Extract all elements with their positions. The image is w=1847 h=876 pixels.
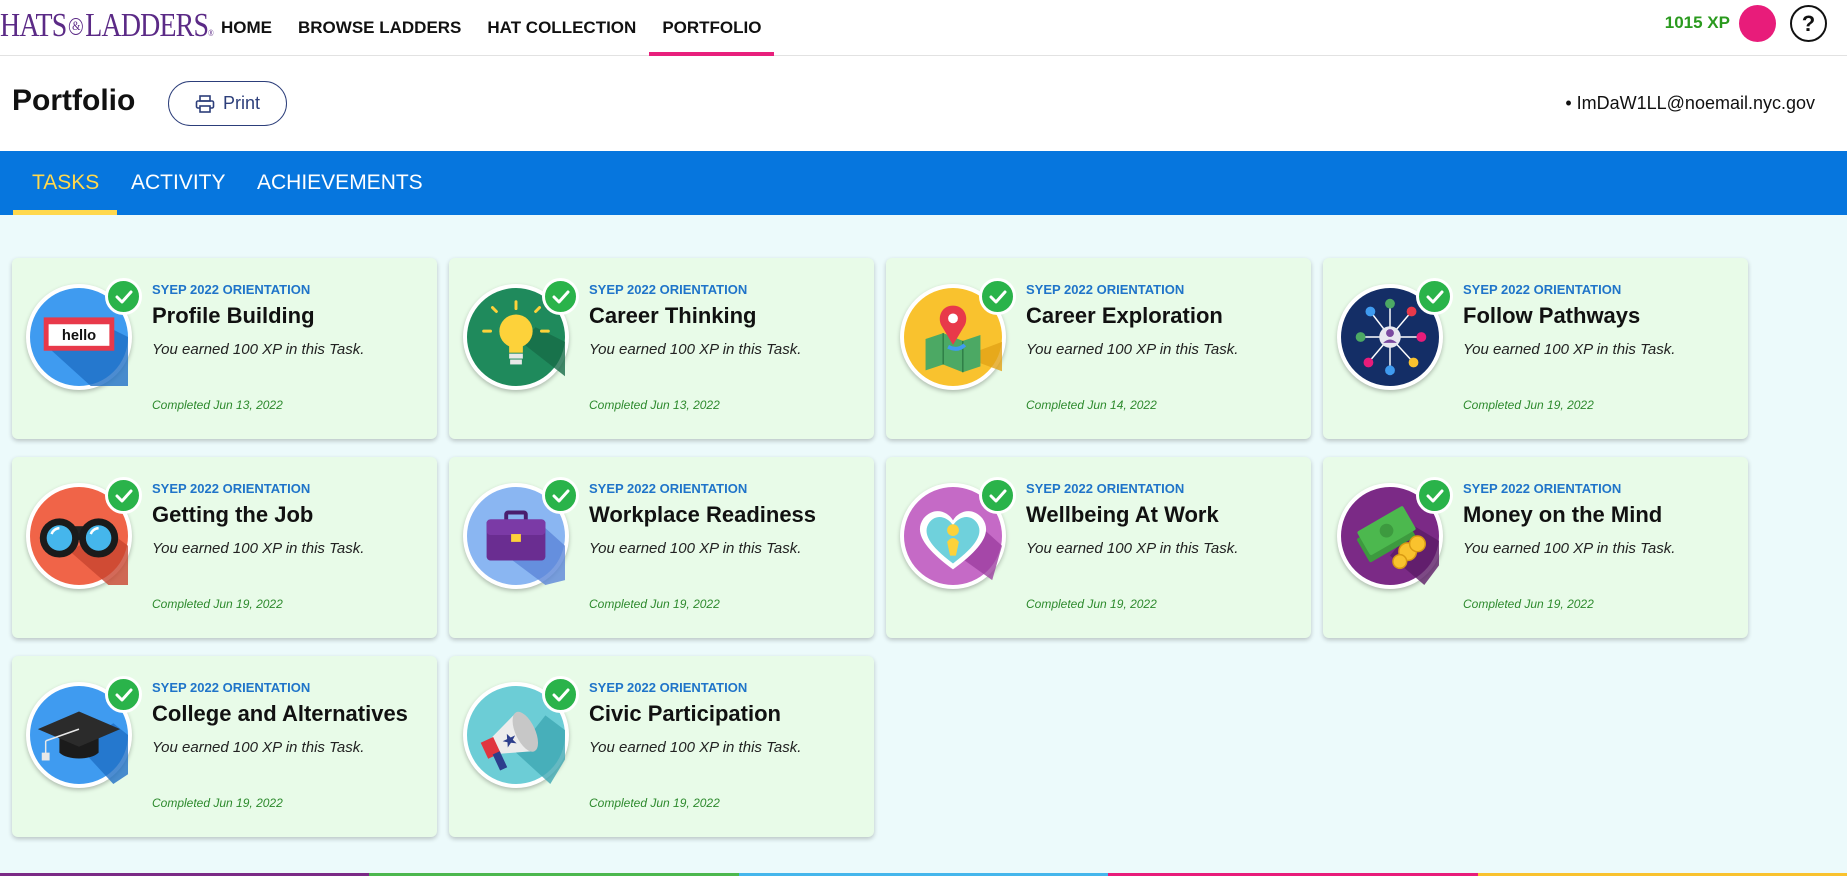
task-title: Workplace Readiness: [589, 502, 817, 527]
print-button[interactable]: Print: [168, 81, 287, 126]
task-category: SYEP 2022 ORIENTATION: [1463, 282, 1622, 297]
task-xp-earned: You earned 100 XP in this Task.: [589, 540, 802, 557]
task-xp-earned: You earned 100 XP in this Task.: [1463, 341, 1676, 358]
completed-check-icon: [105, 676, 142, 713]
task-title: Career Exploration: [1026, 303, 1223, 328]
task-completed-date: Completed Jun 19, 2022: [1026, 597, 1157, 611]
task-category: SYEP 2022 ORIENTATION: [152, 481, 311, 496]
task-completed-date: Completed Jun 19, 2022: [152, 597, 283, 611]
xp-counter: 1015 XP: [1664, 13, 1730, 32]
logo-text-right: LADDERS: [85, 7, 209, 44]
task-card[interactable]: SYEP 2022 ORIENTATION Career Thinking Yo…: [449, 258, 874, 439]
task-completed-date: Completed Jun 19, 2022: [152, 796, 283, 810]
task-xp-earned: You earned 100 XP in this Task.: [1026, 540, 1239, 557]
completed-check-icon: [105, 278, 142, 315]
nav-link-hat-collection[interactable]: HAT COLLECTION: [474, 0, 649, 56]
svg-text:hello: hello: [62, 328, 96, 344]
task-xp-earned: You earned 100 XP in this Task.: [589, 341, 802, 358]
task-card[interactable]: SYEP 2022 ORIENTATION Career Exploration…: [886, 258, 1311, 439]
task-completed-date: Completed Jun 19, 2022: [589, 796, 720, 810]
page-title: Portfolio: [12, 84, 136, 117]
completed-check-icon: [105, 477, 142, 514]
task-completed-date: Completed Jun 13, 2022: [589, 398, 720, 412]
task-card-grid: hello SYEP 2022 ORIENTATION Profile Buil…: [12, 258, 1748, 837]
task-title: Getting the Job: [152, 502, 314, 527]
task-title: Profile Building: [152, 303, 315, 328]
nav-link-browse-ladders[interactable]: BROWSE LADDERS: [285, 0, 474, 56]
task-card[interactable]: SYEP 2022 ORIENTATION Wellbeing At Work …: [886, 457, 1311, 638]
portfolio-tabs: TASKS ACTIVITY ACHIEVEMENTS: [0, 151, 1847, 215]
task-xp-earned: You earned 100 XP in this Task.: [152, 739, 365, 756]
nav-link-home[interactable]: HOME: [208, 0, 285, 56]
top-nav: HATS & LADDERS ® HOME BROWSE LADDERS HAT…: [0, 0, 1847, 56]
task-completed-date: Completed Jun 19, 2022: [1463, 597, 1594, 611]
task-card[interactable]: SYEP 2022 ORIENTATION Follow Pathways Yo…: [1323, 258, 1748, 439]
task-category: SYEP 2022 ORIENTATION: [589, 282, 748, 297]
task-completed-date: Completed Jun 14, 2022: [1026, 398, 1157, 412]
task-category: SYEP 2022 ORIENTATION: [1026, 481, 1185, 496]
nav-link-portfolio[interactable]: PORTFOLIO: [649, 0, 775, 56]
completed-check-icon: [979, 278, 1016, 315]
user-avatar[interactable]: [1739, 5, 1776, 42]
task-category: SYEP 2022 ORIENTATION: [589, 680, 748, 695]
task-title: Money on the Mind: [1463, 502, 1663, 527]
task-category: SYEP 2022 ORIENTATION: [589, 481, 748, 496]
task-category: SYEP 2022 ORIENTATION: [1026, 282, 1185, 297]
task-category: SYEP 2022 ORIENTATION: [152, 282, 311, 297]
logo-ampersand: &: [68, 17, 83, 35]
tab-achievements[interactable]: ACHIEVEMENTS: [257, 151, 423, 215]
tab-activity[interactable]: ACTIVITY: [131, 151, 226, 215]
logo-text-left: HATS: [0, 7, 67, 44]
task-card[interactable]: SYEP 2022 ORIENTATION Civic Participatio…: [449, 656, 874, 837]
task-xp-earned: You earned 100 XP in this Task.: [152, 540, 365, 557]
task-title: Civic Participation: [589, 701, 781, 726]
completed-check-icon: [542, 278, 579, 315]
task-category: SYEP 2022 ORIENTATION: [152, 680, 311, 695]
print-label: Print: [222, 93, 260, 113]
completed-check-icon: [1416, 278, 1453, 315]
completed-check-icon: [979, 477, 1016, 514]
task-completed-date: Completed Jun 19, 2022: [1463, 398, 1594, 412]
task-xp-earned: You earned 100 XP in this Task.: [1026, 341, 1239, 358]
completed-check-icon: [1416, 477, 1453, 514]
task-title: Follow Pathways: [1463, 303, 1641, 328]
tasks-panel: hello SYEP 2022 ORIENTATION Profile Buil…: [0, 215, 1847, 873]
task-card[interactable]: SYEP 2022 ORIENTATION Getting the Job Yo…: [12, 457, 437, 638]
task-category: SYEP 2022 ORIENTATION: [1463, 481, 1622, 496]
task-completed-date: Completed Jun 13, 2022: [152, 398, 283, 412]
hats-and-ladders-logo[interactable]: HATS & LADDERS ®: [0, 6, 214, 46]
task-xp-earned: You earned 100 XP in this Task.: [1463, 540, 1676, 557]
task-card[interactable]: SYEP 2022 ORIENTATION College and Altern…: [12, 656, 437, 837]
user-email: • ImDaW1LL@noemail.nyc.gov: [1565, 93, 1815, 113]
task-card[interactable]: SYEP 2022 ORIENTATION Money on the Mind …: [1323, 457, 1748, 638]
help-button[interactable]: ?: [1790, 5, 1827, 42]
completed-check-icon: [542, 477, 579, 514]
task-title: Wellbeing At Work: [1026, 502, 1219, 527]
task-xp-earned: You earned 100 XP in this Task.: [152, 341, 365, 358]
printer-icon: [195, 94, 215, 113]
task-title: College and Alternatives: [152, 701, 408, 726]
task-completed-date: Completed Jun 19, 2022: [589, 597, 720, 611]
main-nav-links: HOME BROWSE LADDERS HAT COLLECTION PORTF…: [208, 0, 775, 56]
tab-tasks[interactable]: TASKS: [12, 151, 118, 215]
task-title: Career Thinking: [589, 303, 757, 328]
task-card[interactable]: SYEP 2022 ORIENTATION Workplace Readines…: [449, 457, 874, 638]
completed-check-icon: [542, 676, 579, 713]
task-xp-earned: You earned 100 XP in this Task.: [589, 739, 802, 756]
task-card[interactable]: hello SYEP 2022 ORIENTATION Profile Buil…: [12, 258, 437, 439]
